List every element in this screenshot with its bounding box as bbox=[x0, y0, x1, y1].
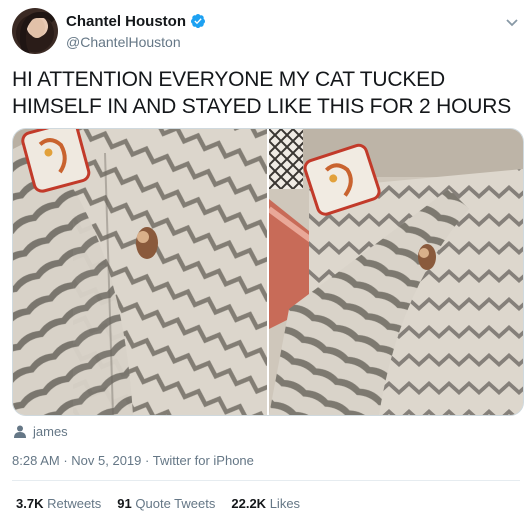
avatar[interactable] bbox=[12, 8, 58, 54]
author-name-row[interactable]: Chantel Houston bbox=[66, 13, 206, 31]
tweet-date[interactable]: Nov 5, 2019 bbox=[71, 453, 141, 468]
tagged-user-name[interactable]: james bbox=[33, 424, 68, 439]
photo-cat-under-blanket-left bbox=[13, 129, 267, 415]
photo-right[interactable] bbox=[269, 129, 523, 415]
tweet-stats: 3.7K Retweets 91 Quote Tweets 22.2K Like… bbox=[16, 496, 300, 511]
tweet-time[interactable]: 8:28 AM bbox=[12, 453, 60, 468]
tweet-text: HI ATTENTION EVERYONE MY CAT TUCKED HIMS… bbox=[12, 68, 511, 118]
photo-left[interactable] bbox=[13, 129, 267, 415]
tagged-user[interactable]: james bbox=[14, 422, 68, 440]
person-icon bbox=[14, 425, 26, 438]
likes-stat[interactable]: 22.2K Likes bbox=[231, 496, 300, 511]
handle[interactable]: @ChantelHouston bbox=[66, 33, 181, 51]
tweet-header: Chantel Houston @ChantelHouston bbox=[12, 8, 520, 56]
likes-count: 22.2K bbox=[231, 496, 267, 511]
retweets-count: 3.7K bbox=[16, 496, 44, 511]
chevron-down-icon[interactable] bbox=[504, 14, 520, 30]
separator-dot: · bbox=[145, 453, 153, 468]
verified-badge-icon bbox=[191, 14, 205, 29]
media-grid bbox=[12, 128, 524, 416]
display-name[interactable]: Chantel Houston bbox=[66, 13, 186, 30]
retweets-stat[interactable]: 3.7K Retweets bbox=[16, 496, 101, 511]
likes-label: Likes bbox=[269, 496, 301, 511]
retweets-label: Retweets bbox=[47, 496, 102, 511]
photo-cat-under-blanket-right bbox=[269, 129, 523, 415]
quotes-label: Quote Tweets bbox=[135, 496, 216, 511]
quotes-stat[interactable]: 91 Quote Tweets bbox=[117, 496, 215, 511]
quotes-count: 91 bbox=[117, 496, 132, 511]
divider bbox=[12, 480, 520, 481]
tweet-source[interactable]: Twitter for iPhone bbox=[153, 453, 254, 468]
tweet-meta: 8:28 AM · Nov 5, 2019 · Twitter for iPho… bbox=[12, 453, 254, 468]
